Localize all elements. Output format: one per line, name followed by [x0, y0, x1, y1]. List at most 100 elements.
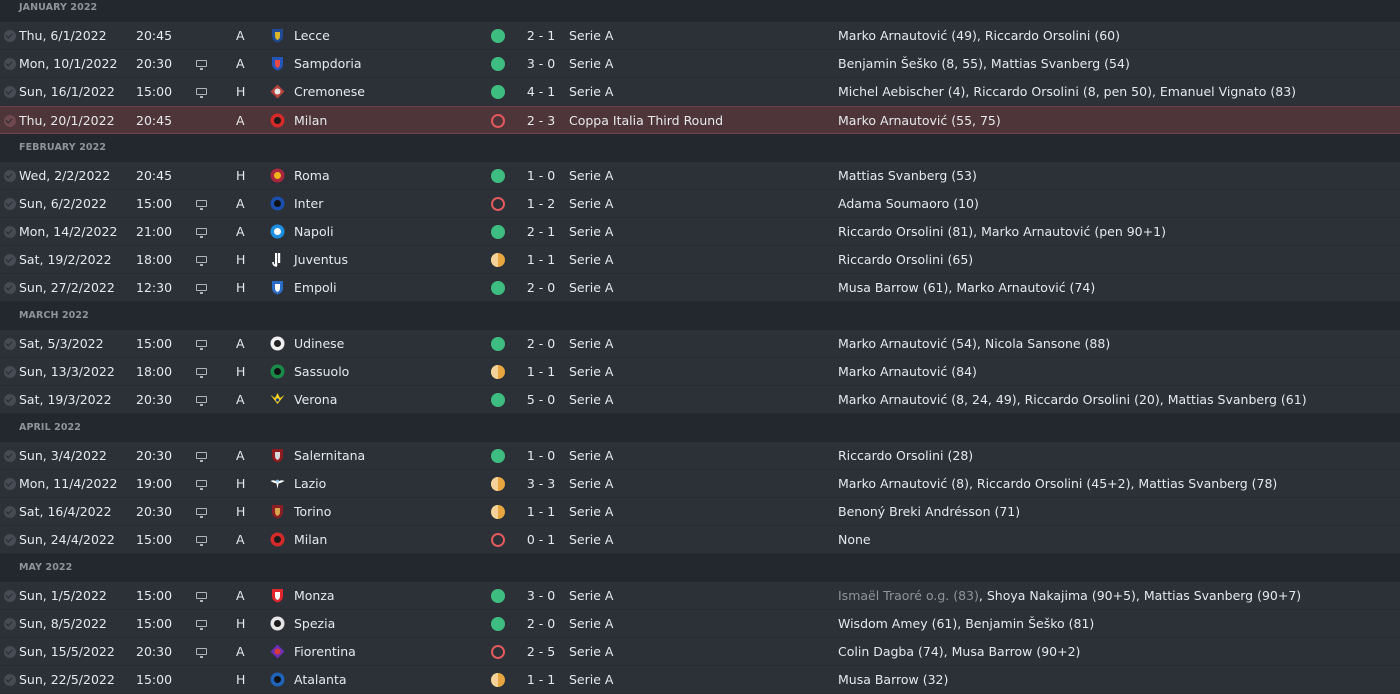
kickoff-time: 12:30: [136, 280, 173, 295]
score[interactable]: 1 - 0: [521, 162, 561, 190]
fixture-row[interactable]: Sun, 6/2/2022 15:00 A Inter 1 - 2 Serie A Adam…: [0, 190, 1400, 218]
competition[interactable]: Serie A: [569, 470, 613, 498]
match-date: Sun, 3/4/2022: [19, 448, 107, 463]
score[interactable]: 1 - 2: [521, 190, 561, 218]
competition[interactable]: Serie A: [569, 162, 613, 190]
opponent-name[interactable]: Monza: [294, 582, 335, 610]
competition[interactable]: Serie A: [569, 22, 613, 50]
fixture-row[interactable]: Sat, 19/3/2022 20:30 A Verona 5 - 0 Serie A Ma…: [0, 386, 1400, 414]
fixture-row[interactable]: Mon, 10/1/2022 20:30 A Sampdoria 3 - 0 Serie …: [0, 50, 1400, 78]
score[interactable]: 1 - 1: [521, 666, 561, 694]
played-check-icon: [4, 86, 16, 98]
competition[interactable]: Serie A: [569, 386, 613, 414]
opponent-name[interactable]: Empoli: [294, 274, 337, 302]
competition[interactable]: Serie A: [569, 190, 613, 218]
opponent-name[interactable]: Udinese: [294, 330, 344, 358]
score[interactable]: 5 - 0: [521, 386, 561, 414]
competition[interactable]: Serie A: [569, 358, 613, 386]
opponent-name[interactable]: Milan: [294, 526, 327, 554]
opponent-name[interactable]: Cremonese: [294, 78, 365, 106]
competition[interactable]: Serie A: [569, 218, 613, 246]
played-check-icon: [4, 198, 16, 210]
opponent-name[interactable]: Spezia: [294, 610, 335, 638]
opponent-name[interactable]: Milan: [294, 107, 327, 135]
score[interactable]: 2 - 1: [521, 218, 561, 246]
match-date: Sat, 19/2/2022: [19, 252, 112, 267]
fixture-row[interactable]: Sat, 16/4/2022 20:30 H Torino 1 - 1 Serie A Be…: [0, 498, 1400, 526]
opponent-name[interactable]: Fiorentina: [294, 638, 356, 666]
score[interactable]: 1 - 0: [521, 442, 561, 470]
goalscorers: None: [838, 526, 871, 554]
fixture-row[interactable]: Thu, 6/1/2022 20:45 A Lecce 2 - 1 Serie A Mark…: [0, 22, 1400, 50]
competition[interactable]: Coppa Italia Third Round: [569, 107, 723, 135]
fixture-row[interactable]: Sun, 16/1/2022 15:00 H Cremonese 4 - 1 Serie …: [0, 78, 1400, 106]
fixture-row[interactable]: Sun, 1/5/2022 15:00 A Monza 3 - 0 Serie A Isma…: [0, 582, 1400, 610]
fixture-row[interactable]: Wed, 2/2/2022 20:45 H Roma 1 - 0 Serie A Matti…: [0, 162, 1400, 190]
opponent-name[interactable]: Lecce: [294, 22, 330, 50]
fixture-row[interactable]: Sat, 19/2/2022 18:00 H Juventus 1 - 1 Serie A…: [0, 246, 1400, 274]
score[interactable]: 1 - 1: [521, 358, 561, 386]
fixture-row[interactable]: Sun, 13/3/2022 18:00 H Sassuolo 1 - 1 Serie A…: [0, 358, 1400, 386]
competition[interactable]: Serie A: [569, 50, 613, 78]
club-badge-icon: [270, 280, 285, 295]
score[interactable]: 2 - 0: [521, 274, 561, 302]
competition[interactable]: Serie A: [569, 610, 613, 638]
fixture-row[interactable]: Sun, 22/5/2022 15:00 H Atalanta 1 - 1 Serie A…: [0, 666, 1400, 694]
competition[interactable]: Serie A: [569, 330, 613, 358]
match-date: Wed, 2/2/2022: [19, 168, 111, 183]
scorer-text: Marko Arnautović (49), Riccardo Orsolini…: [838, 28, 1120, 43]
score[interactable]: 3 - 0: [521, 582, 561, 610]
score[interactable]: 1 - 1: [521, 246, 561, 274]
score[interactable]: 0 - 1: [521, 526, 561, 554]
opponent-name[interactable]: Verona: [294, 386, 337, 414]
score[interactable]: 2 - 5: [521, 638, 561, 666]
win-icon: [491, 225, 505, 239]
fixture-row[interactable]: Sun, 15/5/2022 20:30 A Fiorentina 2 - 5 Serie…: [0, 638, 1400, 666]
competition[interactable]: Serie A: [569, 442, 613, 470]
played-check-icon: [4, 478, 16, 490]
score[interactable]: 2 - 0: [521, 330, 561, 358]
scorer-text: Musa Barrow (61), Marko Arnautović (74): [838, 280, 1096, 295]
fixture-row[interactable]: Mon, 11/4/2022 19:00 H Lazio 3 - 3 Serie A Mar…: [0, 470, 1400, 498]
opponent-name[interactable]: Lazio: [294, 470, 326, 498]
score[interactable]: 1 - 1: [521, 498, 561, 526]
fixture-row[interactable]: Mon, 14/2/2022 21:00 A Napoli 2 - 1 Serie A Ri…: [0, 218, 1400, 246]
fixture-row[interactable]: Thu, 20/1/2022 20:45 A Milan 2 - 3 Coppa Ital…: [0, 106, 1400, 134]
fixture-row[interactable]: Sat, 5/3/2022 15:00 A Udinese 2 - 0 Serie A Ma…: [0, 330, 1400, 358]
opponent-name[interactable]: Torino: [294, 498, 331, 526]
competition[interactable]: Serie A: [569, 638, 613, 666]
score[interactable]: 3 - 3: [521, 470, 561, 498]
competition[interactable]: Serie A: [569, 666, 613, 694]
competition[interactable]: Serie A: [569, 526, 613, 554]
fixture-row[interactable]: Sun, 8/5/2022 15:00 H Spezia 2 - 0 Serie A Wis…: [0, 610, 1400, 638]
kickoff-time: 18:00: [136, 252, 173, 267]
fixture-row[interactable]: Sun, 24/4/2022 15:00 A Milan 0 - 1 Serie A Non…: [0, 526, 1400, 554]
score[interactable]: 4 - 1: [521, 78, 561, 106]
fixture-row[interactable]: Sun, 27/2/2022 12:30 H Empoli 2 - 0 Serie A Mu…: [0, 274, 1400, 302]
opponent-name[interactable]: Sassuolo: [294, 358, 349, 386]
competition[interactable]: Serie A: [569, 78, 613, 106]
opponent-name[interactable]: Sampdoria: [294, 50, 362, 78]
score[interactable]: 3 - 0: [521, 50, 561, 78]
played-check-icon: [4, 115, 16, 127]
club-badge-icon: [270, 196, 285, 211]
competition[interactable]: Serie A: [569, 582, 613, 610]
score[interactable]: 2 - 3: [521, 107, 561, 135]
draw-icon: [491, 673, 505, 687]
venue: A: [236, 56, 245, 71]
score[interactable]: 2 - 0: [521, 610, 561, 638]
opponent-name[interactable]: Inter: [294, 190, 323, 218]
opponent-name[interactable]: Roma: [294, 162, 330, 190]
match-date: Mon, 11/4/2022: [19, 476, 118, 491]
competition[interactable]: Serie A: [569, 274, 613, 302]
match-date: Sat, 16/4/2022: [19, 504, 112, 519]
opponent-name[interactable]: Napoli: [294, 218, 334, 246]
competition[interactable]: Serie A: [569, 498, 613, 526]
opponent-name[interactable]: Atalanta: [294, 666, 347, 694]
goalscorers: Wisdom Amey (61), Benjamin Šeško (81): [838, 610, 1094, 638]
competition[interactable]: Serie A: [569, 246, 613, 274]
fixture-row[interactable]: Sun, 3/4/2022 20:30 A Salernitana 1 - 0 Serie…: [0, 442, 1400, 470]
opponent-name[interactable]: Salernitana: [294, 442, 365, 470]
score[interactable]: 2 - 1: [521, 22, 561, 50]
opponent-name[interactable]: Juventus: [294, 246, 348, 274]
